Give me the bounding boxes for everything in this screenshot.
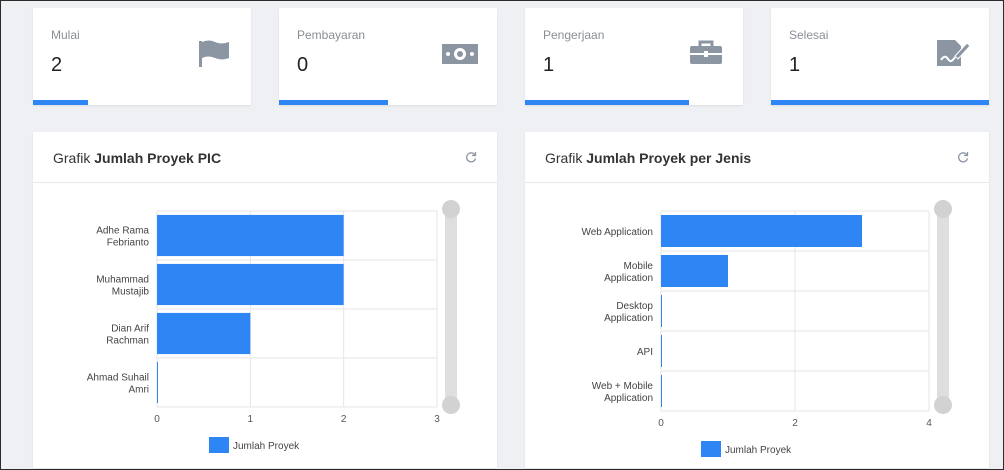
category-label: Febrianto: [107, 238, 150, 249]
category-label: Muhammad: [96, 275, 149, 286]
panel-title: Grafik Jumlah Proyek per Jenis: [545, 150, 751, 166]
x-tick-label: 2: [341, 414, 347, 425]
category-label: Mobile: [624, 261, 654, 272]
category-label: Dian Arif: [111, 324, 149, 335]
bar[interactable]: [157, 312, 251, 355]
bar[interactable]: [157, 361, 158, 404]
stat-label: Pengerjaan: [543, 28, 605, 42]
bar[interactable]: [661, 375, 662, 407]
jenis-bar-chart: 0 2 4Web ApplicationMobileApplicationDeskt…: [581, 200, 952, 457]
flag-icon: [199, 40, 229, 67]
x-tick-label: 2: [792, 418, 798, 429]
legend-swatch: [209, 437, 229, 453]
category-label: Adhe Rama: [96, 226, 149, 237]
legend-swatch: [701, 441, 721, 457]
x-tick-label: 4: [926, 418, 932, 429]
chart-panel-pic: Grafik Jumlah Proyek PIC 0 1 2 3 Adhe Rama Fe…: [33, 132, 497, 468]
category-label: Rachman: [106, 336, 149, 347]
refresh-icon[interactable]: [465, 151, 477, 163]
stat-card-pembayaran[interactable]: Pembayaran 0: [279, 8, 497, 105]
toolbox-icon: [690, 40, 722, 64]
zoom-scrollbar[interactable]: [445, 207, 457, 407]
stat-value: 1: [543, 54, 555, 76]
panel-title: Grafik Jumlah Proyek PIC: [53, 150, 221, 166]
category-label: Desktop: [616, 301, 653, 312]
category-label: Amri: [128, 385, 149, 396]
stat-card-selesai[interactable]: Selesai 1: [771, 8, 989, 105]
category-label: Application: [604, 273, 653, 284]
stat-value: 1: [789, 54, 801, 76]
stat-progress-bar: [33, 100, 88, 105]
zoom-handle-bottom[interactable]: [934, 396, 952, 414]
category-label: Ahmad Suhail: [87, 373, 149, 384]
zoom-handle-bottom[interactable]: [442, 396, 460, 414]
bar[interactable]: [661, 215, 862, 247]
stat-progress-bar: [771, 100, 989, 105]
panel-title-prefix: Grafik: [53, 150, 95, 166]
panel-title-bold: Jumlah Proyek PIC: [94, 150, 222, 166]
chart-panel-jenis: Grafik Jumlah Proyek per Jenis 0 2 4 Web Ap…: [525, 132, 989, 468]
money-icon: [442, 44, 478, 64]
x-tick-label: 3: [434, 414, 440, 425]
panel-header: Grafik Jumlah Proyek per Jenis: [525, 132, 989, 183]
zoom-scrollbar[interactable]: [937, 207, 949, 407]
stat-value: 2: [51, 54, 63, 76]
x-tick-label: 1: [248, 414, 254, 425]
x-tick-label: 0: [154, 414, 160, 425]
bar[interactable]: [157, 263, 344, 306]
category-label: Web Application: [581, 227, 653, 238]
stat-label: Pembayaran: [297, 28, 366, 42]
bar[interactable]: [661, 255, 728, 287]
stat-label: Mulai: [51, 28, 80, 42]
bar[interactable]: [661, 295, 662, 327]
panel-title-prefix: Grafik: [545, 150, 587, 166]
category-label: Application: [604, 393, 653, 404]
panel-header: Grafik Jumlah Proyek PIC: [33, 132, 497, 183]
stat-progress-bar: [279, 100, 388, 105]
category-label: Application: [604, 313, 653, 324]
pic-bar-chart: 0 1 2 3 Adhe RamaFebrianto MuhammadMustajib Di…: [87, 200, 460, 453]
bar[interactable]: [661, 335, 662, 367]
signature-icon: [937, 40, 971, 66]
stat-label: Selesai: [789, 28, 829, 42]
zoom-handle-top[interactable]: [442, 200, 460, 218]
stat-card-mulai[interactable]: Mulai 2: [33, 8, 251, 105]
stat-card-pengerjaan[interactable]: Pengerjaan 1: [525, 8, 743, 105]
category-label: API: [637, 347, 653, 358]
category-label: Mustajib: [112, 287, 150, 298]
bar[interactable]: [157, 214, 344, 257]
legend-label: Jumlah Proyek: [233, 441, 300, 452]
category-label: Web + Mobile: [592, 381, 654, 392]
refresh-icon[interactable]: [957, 151, 969, 163]
legend-label: Jumlah Proyek: [725, 445, 792, 456]
panel-title-bold: Jumlah Proyek per Jenis: [586, 150, 752, 166]
x-tick-label: 0: [658, 418, 664, 429]
stat-progress-bar: [525, 100, 689, 105]
zoom-handle-top[interactable]: [934, 200, 952, 218]
stat-value: 0: [297, 54, 309, 76]
